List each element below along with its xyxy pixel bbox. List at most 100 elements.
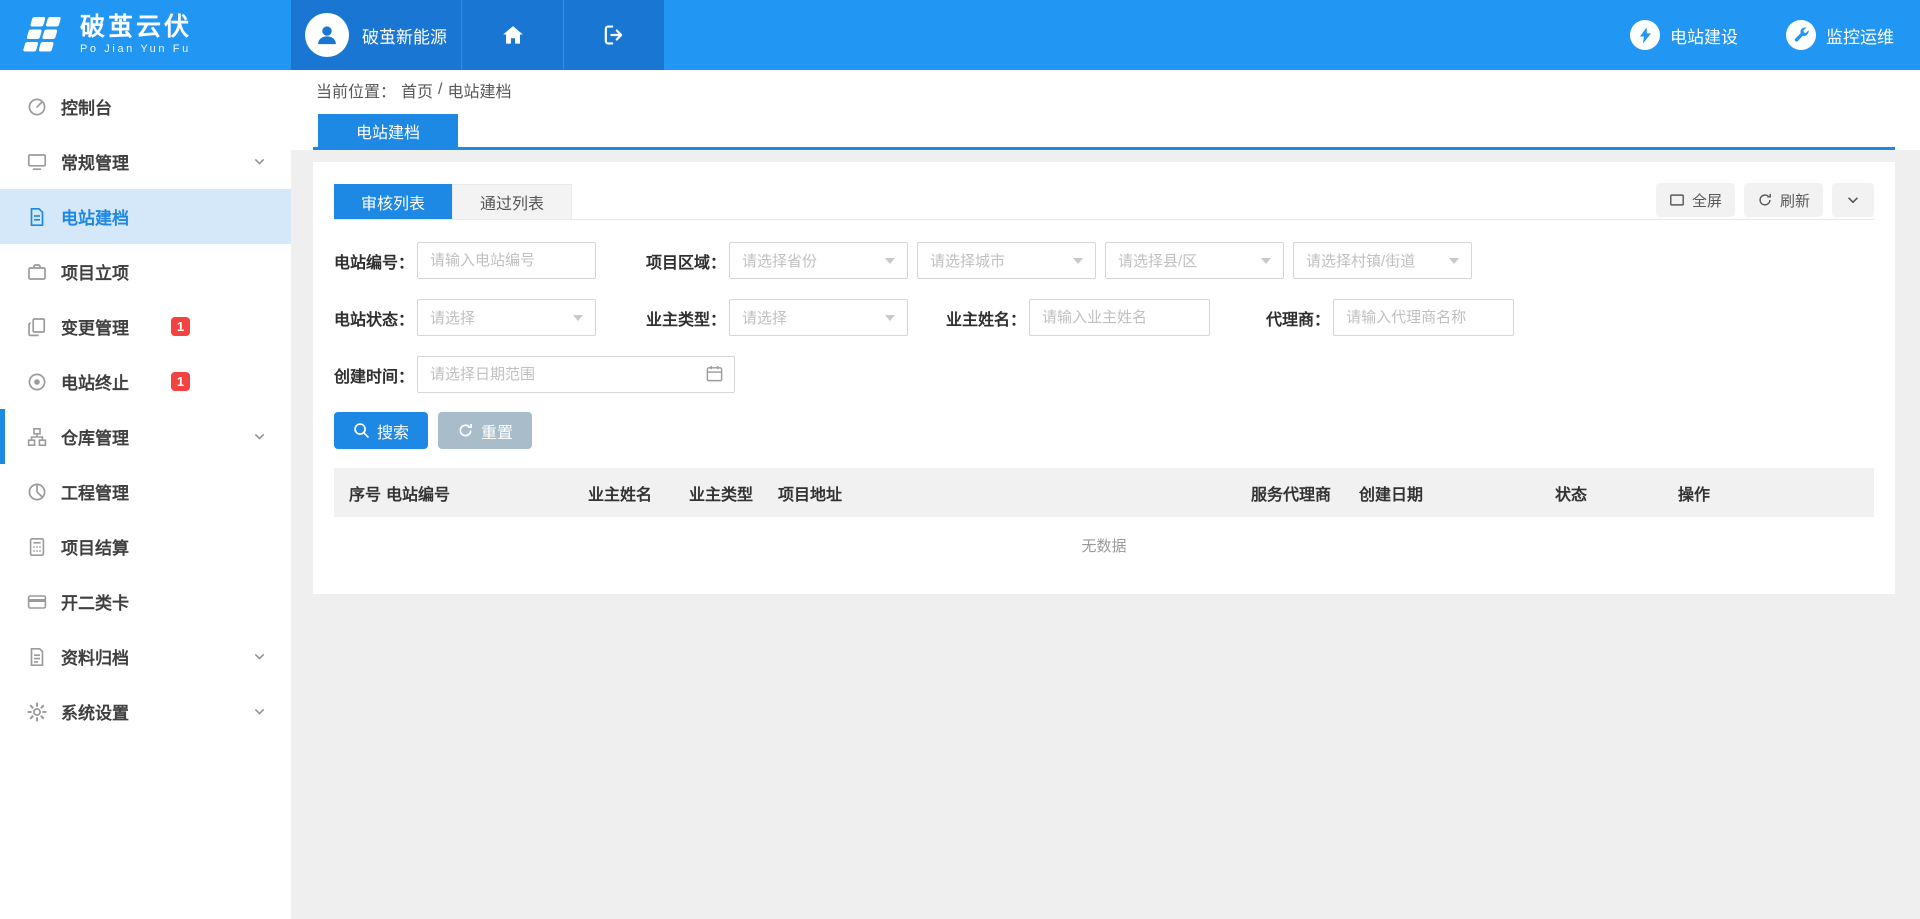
user-icon: [314, 22, 340, 48]
table-header-project-address: 项目地址: [778, 468, 1251, 517]
county-select[interactable]: 请选择县/区: [1105, 242, 1284, 279]
station-status-label: 电站状态：: [334, 306, 414, 330]
main-area: 当前位置： 首页 / 电站建档 电站建档 审核列表 通过列表: [291, 70, 1920, 919]
sidebar-item-label: 控制台: [61, 94, 112, 119]
table-header-owner-name: 业主姓名: [588, 468, 689, 517]
monitor-icon: [27, 152, 47, 172]
avatar: [305, 13, 349, 57]
sidebar-item-project-settlement[interactable]: 项目结算: [0, 519, 291, 574]
dashboard-icon: [27, 97, 47, 117]
owner-type-label: 业主类型：: [646, 306, 726, 330]
sidebar-item-label: 常规管理: [61, 149, 129, 174]
refresh-button[interactable]: 刷新: [1744, 183, 1823, 217]
gear-icon: [27, 702, 47, 722]
app-header: 破茧云伏 Po Jian Yun Fu 破茧新能源: [0, 0, 1920, 70]
nav-station-construction[interactable]: 电站建设: [1630, 20, 1738, 50]
sidebar-item-label: 变更管理: [61, 314, 129, 339]
sidebar-item-general-management[interactable]: 常规管理: [0, 134, 291, 189]
station-status-select[interactable]: 请选择: [417, 299, 596, 336]
nav-label: 电站建设: [1670, 23, 1738, 48]
logo-title: 破茧云伏: [80, 15, 192, 40]
panel: 审核列表 通过列表 全屏: [313, 162, 1895, 594]
tab-passed-list[interactable]: 通过列表: [452, 184, 572, 219]
sidebar-item-change-management[interactable]: 变更管理 1: [0, 299, 291, 354]
select-arrow-icon: [1073, 258, 1083, 264]
empty-state-text: 无数据: [334, 517, 1874, 573]
briefcase-icon: [27, 262, 47, 282]
sidebar-item-label: 项目结算: [61, 534, 129, 559]
collapse-button[interactable]: [1832, 183, 1874, 217]
chevron-down-icon: [252, 429, 267, 444]
reset-button[interactable]: 重置: [438, 412, 532, 449]
sidebar-item-label: 项目立项: [61, 259, 129, 284]
chevron-down-icon: [252, 704, 267, 719]
city-select[interactable]: 请选择城市: [917, 242, 1096, 279]
select-arrow-icon: [885, 315, 895, 321]
table-header-created-date: 创建日期: [1359, 468, 1555, 517]
wrench-icon: [1792, 26, 1810, 44]
reset-icon: [457, 422, 474, 439]
nav-monitoring-ops[interactable]: 监控运维: [1786, 20, 1894, 50]
sidebar-item-label: 仓库管理: [61, 424, 129, 449]
chevron-down-icon: [1845, 192, 1861, 208]
select-arrow-icon: [1449, 258, 1459, 264]
sidebar-item-label: 电站终止: [61, 369, 129, 394]
sidebar-item-open-type2-card[interactable]: 开二类卡: [0, 574, 291, 629]
copy-icon: [27, 317, 47, 337]
sidebar-item-console[interactable]: 控制台: [0, 79, 291, 134]
stop-icon: [27, 372, 47, 392]
station-no-input[interactable]: [417, 242, 596, 279]
breadcrumb-current: 电站建档: [447, 78, 511, 102]
sidebar-item-data-archive[interactable]: 资料归档: [0, 629, 291, 684]
province-select[interactable]: 请选择省份: [729, 242, 908, 279]
sitemap-icon: [27, 427, 47, 447]
page-tab-station-archive[interactable]: 电站建档: [318, 114, 458, 147]
table-header-service-agent: 服务代理商: [1251, 468, 1359, 517]
sidebar-item-engineering-management[interactable]: 工程管理: [0, 464, 291, 519]
pie-chart-icon: [27, 482, 47, 502]
user-menu[interactable]: 破茧新能源: [291, 0, 461, 70]
date-range-input[interactable]: [417, 356, 735, 393]
table-header-status: 状态: [1555, 468, 1678, 517]
select-arrow-icon: [1261, 258, 1271, 264]
nav-label: 监控运维: [1826, 23, 1894, 48]
home-button[interactable]: [461, 0, 563, 70]
app-logo: 破茧云伏 Po Jian Yun Fu: [0, 0, 291, 70]
owner-name-label: 业主姓名：: [946, 306, 1026, 330]
breadcrumb-home-link[interactable]: 首页: [401, 78, 433, 102]
chevron-down-icon: [252, 154, 267, 169]
sidebar-item-label: 电站建档: [61, 204, 129, 229]
filter-form: 电站编号： 项目区域： 请选择省份 请选择城市: [334, 242, 1874, 393]
breadcrumb-separator: /: [438, 81, 442, 99]
search-icon: [353, 422, 370, 439]
owner-type-select[interactable]: 请选择: [729, 299, 908, 336]
owner-name-input[interactable]: [1029, 299, 1210, 336]
sidebar-item-warehouse-management[interactable]: 仓库管理: [0, 409, 291, 464]
breadcrumb-prefix: 当前位置：: [316, 78, 396, 102]
results-table: 序号 电站编号 业主姓名 业主类型 项目地址 服务代理商 创建日期 状态 操作: [334, 468, 1874, 573]
sidebar-item-label: 系统设置: [61, 699, 129, 724]
search-button[interactable]: 搜索: [334, 412, 428, 449]
chevron-down-icon: [252, 649, 267, 664]
sidebar-item-system-settings[interactable]: 系统设置: [0, 684, 291, 739]
empty-state: 无数据: [334, 517, 1874, 573]
page-tabstrip: 电站建档: [291, 110, 1920, 150]
panel-tabs: 审核列表 通过列表: [334, 184, 572, 219]
created-time-label: 创建时间：: [334, 363, 414, 387]
sidebar: 控制台 常规管理 电站建档: [0, 70, 291, 919]
sidebar-item-label: 工程管理: [61, 479, 129, 504]
logout-button[interactable]: [563, 0, 664, 70]
sidebar-item-project-initiation[interactable]: 项目立项: [0, 244, 291, 299]
document-icon: [27, 207, 47, 227]
notification-badge: 1: [171, 317, 190, 336]
tenant-name: 破茧新能源: [362, 23, 447, 48]
select-arrow-icon: [885, 258, 895, 264]
sidebar-item-station-termination[interactable]: 电站终止 1: [0, 354, 291, 409]
fullscreen-button[interactable]: 全屏: [1656, 183, 1735, 217]
town-select[interactable]: 请选择村镇/街道: [1293, 242, 1472, 279]
sidebar-item-station-archive[interactable]: 电站建档: [0, 189, 291, 244]
tab-review-list[interactable]: 审核列表: [334, 184, 452, 219]
table-header-index: 序号: [334, 468, 386, 517]
agent-input[interactable]: [1333, 299, 1514, 336]
logout-icon: [602, 23, 626, 47]
